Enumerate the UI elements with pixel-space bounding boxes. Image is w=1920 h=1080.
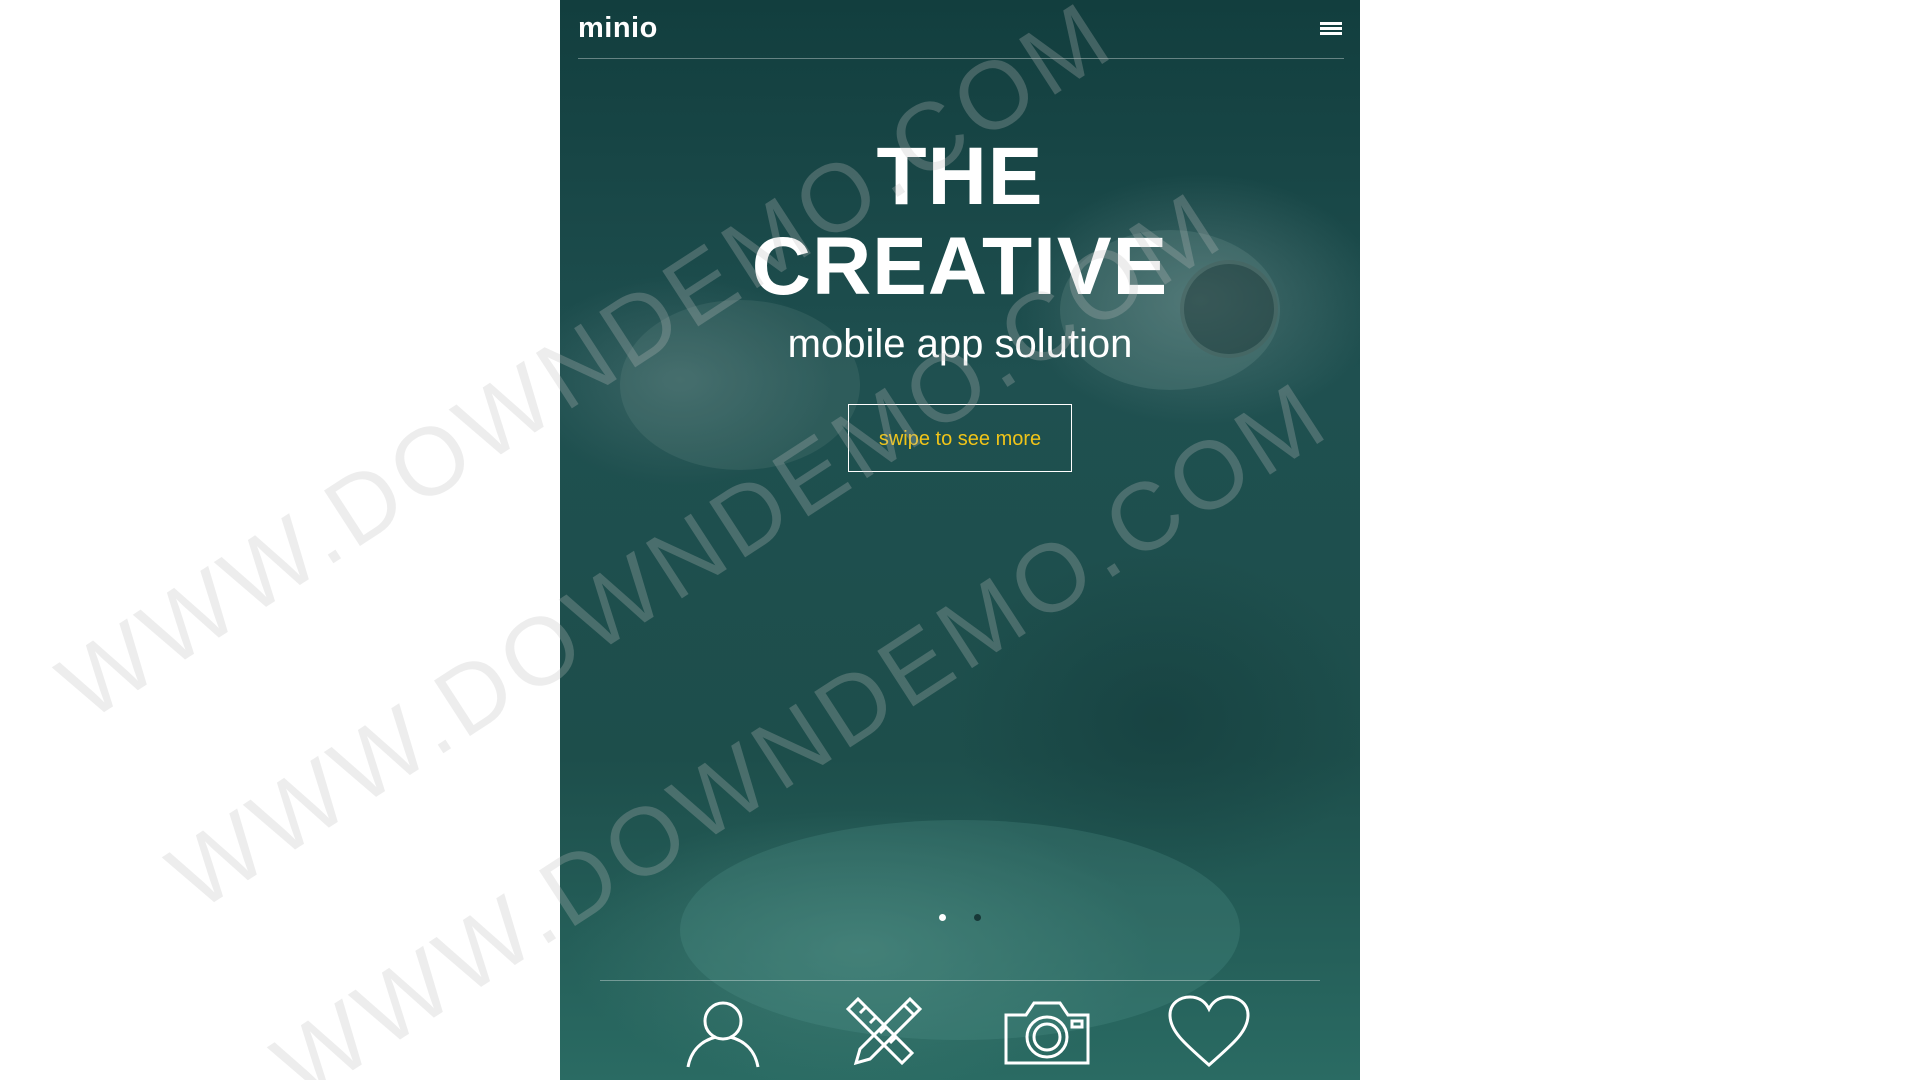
hero-subtitle: mobile app solution bbox=[787, 322, 1133, 366]
pencil-ruler-icon[interactable] bbox=[840, 993, 930, 1069]
hero-title-text: THE CREATIVE bbox=[751, 131, 1169, 312]
logo[interactable]: minio bbox=[578, 12, 658, 45]
hamburger-menu-icon[interactable] bbox=[1320, 22, 1342, 36]
page: minio THE CREATIVE mobile app solution s… bbox=[0, 0, 1920, 1080]
carousel-dot-1[interactable] bbox=[939, 914, 946, 921]
hero-title: THE CREATIVE bbox=[560, 132, 1360, 312]
heart-icon[interactable] bbox=[1164, 993, 1254, 1069]
carousel-dot-2[interactable] bbox=[974, 914, 981, 921]
app-header: minio bbox=[578, 0, 1344, 59]
camera-icon[interactable] bbox=[1002, 993, 1092, 1069]
user-icon[interactable] bbox=[678, 993, 768, 1069]
bottom-nav bbox=[600, 980, 1320, 1080]
hero-section: THE CREATIVE mobile app solution swipe t… bbox=[560, 132, 1360, 472]
swipe-button[interactable]: swipe to see more bbox=[848, 404, 1072, 472]
carousel-dots bbox=[560, 914, 1360, 921]
app-screen: minio THE CREATIVE mobile app solution s… bbox=[560, 0, 1360, 1080]
